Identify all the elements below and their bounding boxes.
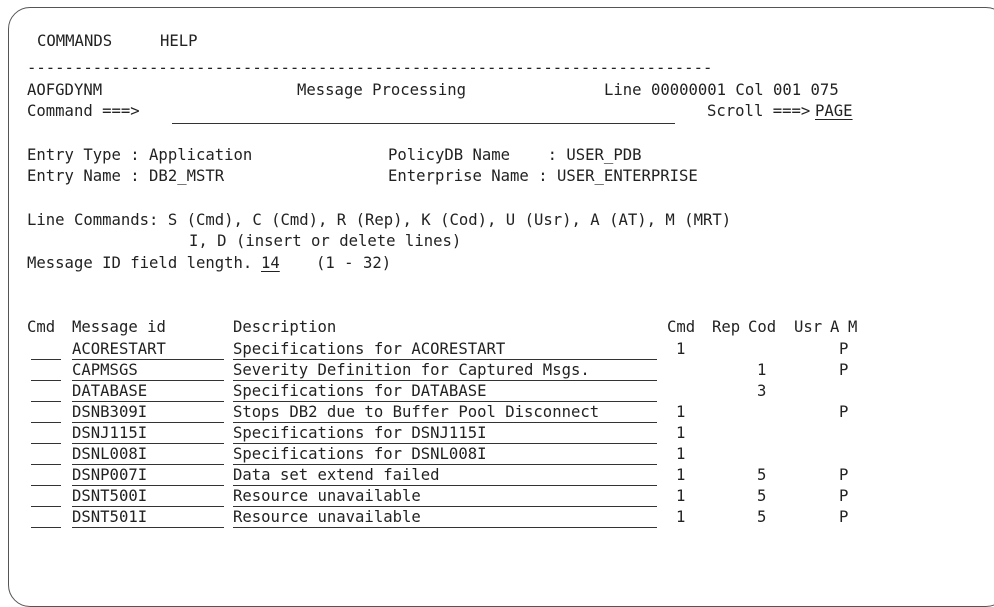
scroll-input[interactable]: PAGE	[815, 102, 853, 120]
row-description-underline	[233, 422, 657, 423]
row-description[interactable]: Specifications for DSNL008I	[233, 445, 486, 463]
col-header-usr: Usr	[794, 318, 823, 336]
col-header-rep: Rep	[712, 318, 741, 336]
row-message-id[interactable]: DSNL008I	[72, 445, 147, 463]
row-message-id[interactable]: DSNT500I	[72, 487, 147, 505]
row-message-id-underline	[72, 485, 224, 486]
row-description[interactable]: Resource unavailable	[233, 508, 421, 526]
row-message-id-underline	[72, 422, 224, 423]
row-cod-count: 3	[757, 382, 767, 400]
line-commands-insert-delete: I, D (insert or delete lines)	[189, 232, 462, 250]
row-a-flag: P	[839, 361, 849, 379]
row-message-id-underline	[72, 401, 224, 402]
row-cod-count: 1	[757, 361, 767, 379]
row-cmd-input[interactable]	[31, 443, 61, 444]
command-input-underline	[172, 123, 675, 124]
row-message-id[interactable]: CAPMSGS	[72, 361, 138, 379]
col-header-a: A	[830, 318, 840, 336]
row-cmd-input[interactable]	[31, 464, 61, 465]
row-message-id-underline	[72, 359, 224, 360]
row-description-underline	[233, 485, 657, 486]
panel-id: AOFGDYNM	[27, 81, 103, 99]
row-a-flag: P	[839, 403, 849, 421]
row-description[interactable]: Specifications for ACORESTART	[233, 340, 505, 358]
page-title: Message Processing	[297, 81, 466, 99]
separator-line: ----------------------------------------…	[27, 59, 713, 77]
row-cmd-input[interactable]	[31, 485, 61, 486]
row-message-id[interactable]: DSNJ115I	[72, 424, 147, 442]
row-cmd-count: 1	[676, 508, 686, 526]
col-header-cod: Cod	[748, 318, 777, 336]
row-message-id-underline	[72, 464, 224, 465]
row-description-underline	[233, 527, 657, 528]
row-cmd-count: 1	[676, 445, 686, 463]
msg-id-length-input[interactable]: 14	[261, 254, 280, 272]
row-cmd-input[interactable]	[31, 506, 61, 507]
row-message-id-underline	[72, 443, 224, 444]
row-cmd-count: 1	[676, 466, 686, 484]
row-message-id-underline	[72, 380, 224, 381]
policydb-name: PolicyDB Name : USER_PDB	[388, 146, 642, 164]
row-a-flag: P	[839, 340, 849, 358]
col-header-m: M	[848, 318, 858, 336]
row-cmd-count: 1	[676, 424, 686, 442]
row-description-underline	[233, 359, 657, 360]
row-description-underline	[233, 464, 657, 465]
row-cmd-input[interactable]	[31, 401, 61, 402]
row-cmd-input[interactable]	[31, 527, 61, 528]
row-a-flag: P	[839, 466, 849, 484]
row-description[interactable]: Specifications for DATABASE	[233, 382, 486, 400]
command-label: Command ===>	[27, 102, 140, 120]
enterprise-name: Enterprise Name : USER_ENTERPRISE	[388, 167, 698, 185]
row-description[interactable]: Data set extend failed	[233, 466, 440, 484]
row-cmd-count: 1	[676, 487, 686, 505]
row-a-flag: P	[839, 487, 849, 505]
msg-id-length-label: Message ID field length. .	[27, 254, 272, 272]
row-description[interactable]: Severity Definition for Captured Msgs.	[233, 361, 590, 379]
row-cod-count: 5	[757, 466, 767, 484]
row-message-id[interactable]: DSNP007I	[72, 466, 147, 484]
msg-id-length-range: (1 - 32)	[316, 254, 392, 272]
row-description-underline	[233, 380, 657, 381]
menu-help[interactable]: HELP	[160, 32, 198, 50]
row-description[interactable]: Resource unavailable	[233, 487, 421, 505]
row-message-id[interactable]: DSNB309I	[72, 403, 147, 421]
line-commands-text: Line Commands: S (Cmd), C (Cmd), R (Rep)…	[27, 211, 732, 229]
scroll-label: Scroll ===>	[707, 102, 811, 120]
row-description-underline	[233, 401, 657, 402]
entry-type: Entry Type : Application	[27, 146, 253, 164]
row-cmd-count: 1	[676, 340, 686, 358]
row-cod-count: 5	[757, 487, 767, 505]
row-cod-count: 5	[757, 508, 767, 526]
row-message-id[interactable]: DATABASE	[72, 382, 147, 400]
row-description[interactable]: Stops DB2 due to Buffer Pool Disconnect	[233, 403, 599, 421]
entry-name: Entry Name : DB2_MSTR	[27, 167, 225, 185]
row-a-flag: P	[839, 508, 849, 526]
row-description-underline	[233, 443, 657, 444]
row-message-id[interactable]: DSNT501I	[72, 508, 147, 526]
col-header-description: Description	[233, 318, 337, 336]
row-description[interactable]: Specifications for DSNJ115I	[233, 424, 486, 442]
row-message-id-underline	[72, 527, 224, 528]
row-message-id[interactable]: ACORESTART	[72, 340, 166, 358]
col-header-cmd2: Cmd	[667, 318, 696, 336]
menu-commands[interactable]: COMMANDS	[37, 32, 112, 50]
row-cmd-input[interactable]	[31, 380, 61, 381]
line-col-position: Line 00000001 Col 001 075	[604, 81, 839, 99]
row-cmd-input[interactable]	[31, 359, 61, 360]
row-description-underline	[233, 506, 657, 507]
col-header-message-id: Message id	[72, 318, 166, 336]
col-header-cmd: Cmd	[27, 318, 56, 336]
row-cmd-count: 1	[676, 403, 686, 421]
row-cmd-input[interactable]	[31, 422, 61, 423]
command-input[interactable]	[172, 102, 675, 120]
row-message-id-underline	[72, 506, 224, 507]
